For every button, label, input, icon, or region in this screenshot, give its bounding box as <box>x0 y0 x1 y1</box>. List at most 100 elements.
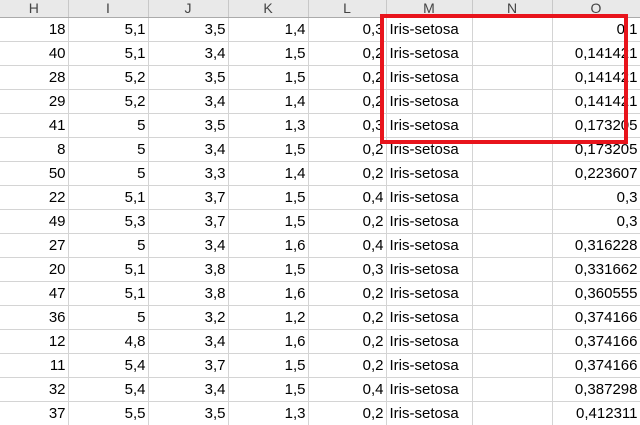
cell-i[interactable]: 5,1 <box>68 17 149 42</box>
cell-h[interactable]: 11 <box>0 353 69 378</box>
cell-m[interactable]: Iris-setosa <box>386 305 473 330</box>
cell-j[interactable]: 3,4 <box>148 89 229 114</box>
cell-n[interactable] <box>472 17 553 42</box>
cell-o[interactable]: 0,141421 <box>552 41 640 66</box>
cell-i[interactable]: 5,5 <box>68 401 149 425</box>
cell-i[interactable]: 5 <box>68 161 149 186</box>
cell-j[interactable]: 3,5 <box>148 113 229 138</box>
cell-h[interactable]: 8 <box>0 137 69 162</box>
cell-i[interactable]: 5,1 <box>68 41 149 66</box>
cell-j[interactable]: 3,3 <box>148 161 229 186</box>
cell-j[interactable]: 3,5 <box>148 17 229 42</box>
cell-h[interactable]: 28 <box>0 65 69 90</box>
cell-o[interactable]: 0,412311 <box>552 401 640 425</box>
cell-k[interactable]: 1,5 <box>228 41 309 66</box>
cell-j[interactable]: 3,4 <box>148 329 229 354</box>
cell-o[interactable]: 0,173205 <box>552 113 640 138</box>
cell-m[interactable]: Iris-setosa <box>386 41 473 66</box>
cell-m[interactable]: Iris-setosa <box>386 137 473 162</box>
cell-m[interactable]: Iris-setosa <box>386 113 473 138</box>
cell-m[interactable]: Iris-setosa <box>386 329 473 354</box>
cell-l[interactable]: 0,4 <box>308 377 387 402</box>
cell-m[interactable]: Iris-setosa <box>386 281 473 306</box>
cell-o[interactable]: 0,374166 <box>552 353 640 378</box>
cell-n[interactable] <box>472 377 553 402</box>
cell-h[interactable]: 29 <box>0 89 69 114</box>
cell-m[interactable]: Iris-setosa <box>386 209 473 234</box>
cell-k[interactable]: 1,5 <box>228 257 309 282</box>
cell-j[interactable]: 3,2 <box>148 305 229 330</box>
cell-k[interactable]: 1,4 <box>228 161 309 186</box>
cell-o[interactable]: 0,223607 <box>552 161 640 186</box>
column-header-l[interactable]: L <box>308 0 387 18</box>
cell-j[interactable]: 3,4 <box>148 377 229 402</box>
cell-k[interactable]: 1,3 <box>228 401 309 425</box>
cell-i[interactable]: 5 <box>68 305 149 330</box>
cell-m[interactable]: Iris-setosa <box>386 161 473 186</box>
cell-k[interactable]: 1,6 <box>228 281 309 306</box>
cell-n[interactable] <box>472 161 553 186</box>
cell-o[interactable]: 0,331662 <box>552 257 640 282</box>
cell-h[interactable]: 22 <box>0 185 69 210</box>
cell-l[interactable]: 0,2 <box>308 41 387 66</box>
cell-n[interactable] <box>472 137 553 162</box>
cell-o[interactable]: 0,316228 <box>552 233 640 258</box>
cell-l[interactable]: 0,3 <box>308 257 387 282</box>
cell-j[interactable]: 3,5 <box>148 401 229 425</box>
cell-n[interactable] <box>472 113 553 138</box>
cell-m[interactable]: Iris-setosa <box>386 17 473 42</box>
cell-o[interactable]: 0,374166 <box>552 305 640 330</box>
cell-n[interactable] <box>472 185 553 210</box>
column-header-m[interactable]: M <box>386 0 473 18</box>
cell-n[interactable] <box>472 353 553 378</box>
cell-h[interactable]: 32 <box>0 377 69 402</box>
cell-j[interactable]: 3,8 <box>148 281 229 306</box>
cell-l[interactable]: 0,4 <box>308 233 387 258</box>
cell-m[interactable]: Iris-setosa <box>386 401 473 425</box>
cell-m[interactable]: Iris-setosa <box>386 185 473 210</box>
cell-i[interactable]: 5,2 <box>68 65 149 90</box>
cell-m[interactable]: Iris-setosa <box>386 89 473 114</box>
cell-o[interactable]: 0,360555 <box>552 281 640 306</box>
cell-n[interactable] <box>472 209 553 234</box>
cell-n[interactable] <box>472 233 553 258</box>
cell-h[interactable]: 12 <box>0 329 69 354</box>
cell-j[interactable]: 3,4 <box>148 233 229 258</box>
cell-o[interactable]: 0,3 <box>552 209 640 234</box>
cell-l[interactable]: 0,2 <box>308 89 387 114</box>
cell-j[interactable]: 3,4 <box>148 41 229 66</box>
cell-l[interactable]: 0,2 <box>308 329 387 354</box>
cell-j[interactable]: 3,8 <box>148 257 229 282</box>
cell-k[interactable]: 1,6 <box>228 329 309 354</box>
cell-o[interactable]: 0,1 <box>552 17 640 42</box>
cell-l[interactable]: 0,4 <box>308 185 387 210</box>
cell-n[interactable] <box>472 257 553 282</box>
cell-i[interactable]: 5,1 <box>68 281 149 306</box>
cell-l[interactable]: 0,2 <box>308 281 387 306</box>
cell-k[interactable]: 1,5 <box>228 377 309 402</box>
cell-l[interactable]: 0,2 <box>308 401 387 425</box>
cell-i[interactable]: 4,8 <box>68 329 149 354</box>
cell-h[interactable]: 37 <box>0 401 69 425</box>
cell-n[interactable] <box>472 65 553 90</box>
column-header-i[interactable]: I <box>68 0 149 18</box>
cell-k[interactable]: 1,5 <box>228 65 309 90</box>
cell-h[interactable]: 40 <box>0 41 69 66</box>
cell-o[interactable]: 0,173205 <box>552 137 640 162</box>
cell-m[interactable]: Iris-setosa <box>386 65 473 90</box>
cell-h[interactable]: 50 <box>0 161 69 186</box>
cell-i[interactable]: 5,4 <box>68 377 149 402</box>
cell-l[interactable]: 0,2 <box>308 209 387 234</box>
cell-n[interactable] <box>472 41 553 66</box>
cell-i[interactable]: 5,4 <box>68 353 149 378</box>
cell-l[interactable]: 0,2 <box>308 353 387 378</box>
cell-h[interactable]: 36 <box>0 305 69 330</box>
cell-i[interactable]: 5,3 <box>68 209 149 234</box>
cell-m[interactable]: Iris-setosa <box>386 353 473 378</box>
cell-k[interactable]: 1,4 <box>228 89 309 114</box>
cell-l[interactable]: 0,3 <box>308 113 387 138</box>
cell-i[interactable]: 5 <box>68 233 149 258</box>
cell-k[interactable]: 1,5 <box>228 353 309 378</box>
cell-j[interactable]: 3,7 <box>148 353 229 378</box>
cell-n[interactable] <box>472 329 553 354</box>
